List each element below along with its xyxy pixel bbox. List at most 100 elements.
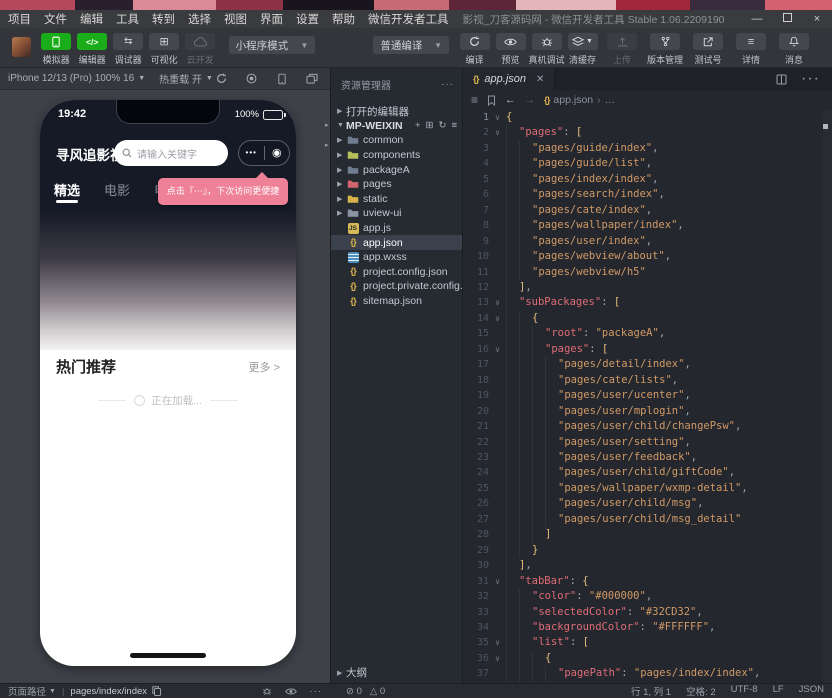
code-line-26[interactable]: 26 "pages/user/child/msg", [463,496,832,512]
status-item[interactable]: 行 1, 列 1 [631,684,671,698]
bookmark-icon[interactable] [487,95,496,106]
fold-chevron-icon[interactable]: ∨ [489,635,506,650]
code-line-25[interactable]: 25 "pages/wallpaper/wxmp-detail", [463,480,832,497]
file-row-project.private.config.js…[interactable]: {} project.private.config.js… [331,279,462,294]
file-row-pages[interactable]: ▶ pages [331,177,462,192]
close-button[interactable]: × [810,13,824,25]
code-line-23[interactable]: 23 "pages/user/feedback", [463,449,832,466]
code-line-15[interactable]: 15 "root": "packageA", [463,326,832,342]
code-line-32[interactable]: 32 "color": "#000000", [463,589,832,605]
more-actions-icon[interactable]: ··· [310,686,323,697]
code-line-12[interactable]: 12], [463,279,832,296]
panel-collapse-icon[interactable]: ▸ [325,142,329,149]
record-icon[interactable] [245,72,258,85]
file-row-packageA[interactable]: ▶ packageA [331,162,462,177]
menu-item-项目[interactable]: 项目 [8,11,31,27]
project-root-row[interactable]: ▼ MP-WEIXIN + ⊞ ↻ ≡ [331,119,462,134]
compile-mode-dropdown[interactable]: 普通编译 ▼ [373,36,449,54]
close-tab-icon[interactable]: ✕ [536,74,544,85]
code-editor[interactable]: 1 ∨{2 ∨ "pages": [3 "pages/guide/index", 4 "pa… [463,110,832,683]
minimize-button[interactable]: — [750,13,764,25]
project-button-详情[interactable]: ≡ 详情 [730,33,772,66]
file-row-app.json[interactable]: {} app.json [331,235,462,250]
code-line-3[interactable]: 3 "pages/guide/index", [463,140,832,157]
code-line-27[interactable]: 27 "pages/user/child/msg_detail" [463,511,832,528]
code-line-4[interactable]: 4 "pages/guide/list", [463,156,832,172]
more-actions-icon[interactable]: ··· [441,79,454,90]
fold-chevron-icon[interactable]: ∨ [489,574,506,589]
code-line-10[interactable]: 10 "pages/webview/about", [463,249,832,265]
page-path-dropdown[interactable]: 页面路径 [8,684,46,698]
code-line-36[interactable]: 36 ∨{ [463,650,832,667]
code-line-6[interactable]: 6 "pages/search/index", [463,187,832,203]
eye-icon[interactable] [284,687,297,696]
code-line-29[interactable]: 29} [463,542,832,559]
nav-back-icon[interactable]: ← [505,94,516,106]
code-line-16[interactable]: 16 ∨ "pages": [ [463,341,832,358]
mode-button-编辑器[interactable]: </> 编辑器 [75,33,110,66]
outline-toggle-icon[interactable]: ≡ [471,93,478,107]
code-line-28[interactable]: 28] [463,527,832,543]
code-line-7[interactable]: 7 "pages/cate/index", [463,202,832,219]
detach-window-icon[interactable] [305,72,318,85]
code-line-31[interactable]: 31 ∨ "tabBar": { [463,573,832,590]
mode-button-云开发[interactable]: 云开发 [183,33,218,66]
mode-button-可视化[interactable]: ⊞ 可视化 [147,33,182,66]
code-line-33[interactable]: 33 "selectedColor": "#32CD32", [463,604,832,620]
code-line-37[interactable]: 37 "pagePath": "pages/index/index", [463,666,832,682]
debug-icon[interactable] [262,686,272,696]
code-line-8[interactable]: 8 "pages/wallpaper/index", [463,218,832,234]
code-line-14[interactable]: 14 ∨{ [463,310,832,327]
fold-chevron-icon[interactable]: ∨ [489,295,506,310]
breadcrumb[interactable]: {} app.json › … [544,94,615,106]
code-line-22[interactable]: 22 "pages/user/setting", [463,434,832,450]
project-button-测试号[interactable]: 测试号 [687,33,729,66]
mode-button-调试器[interactable]: ⇆ 调试器 [111,33,146,66]
action-button-预览[interactable]: 预览 [493,33,528,66]
menu-item-微信开发者工具[interactable]: 微信开发者工具 [368,11,449,27]
code-line-17[interactable]: 17 "pages/detail/index", [463,357,832,373]
search-input[interactable]: 请输入关键字 [114,140,228,166]
menu-item-选择[interactable]: 选择 [188,11,211,27]
device-dropdown[interactable]: iPhone 12/13 (Pro) 100% 16 ▼ [8,73,145,84]
fold-chevron-icon[interactable]: ∨ [489,311,506,326]
tab-app-json[interactable]: {} app.json ✕ [463,68,556,90]
menu-item-文件[interactable]: 文件 [44,11,67,27]
code-line-1[interactable]: 1 ∨{ [463,110,832,125]
maximize-button[interactable] [780,13,794,25]
menu-item-设置[interactable]: 设置 [296,11,319,27]
tab-movies[interactable]: 电影 [104,180,130,199]
code-line-18[interactable]: 18 "pages/cate/lists", [463,372,832,389]
code-line-30[interactable]: 30], [463,558,832,574]
menu-item-帮助[interactable]: 帮助 [332,11,355,27]
refresh-icon[interactable]: ↻ [438,120,446,131]
outline-section[interactable]: ▶ 大纲 [331,665,462,680]
file-row-sitemap.json[interactable]: {} sitemap.json [331,294,462,309]
more-dots-button[interactable]: ••• [239,141,264,165]
status-item[interactable]: UTF-8 [731,684,758,698]
open-editors-section[interactable]: ▶ 打开的编辑器 [331,104,462,119]
file-row-common[interactable]: ▶ common [331,133,462,148]
code-line-19[interactable]: 19 "pages/user/ucenter", [463,388,832,404]
device-icon[interactable] [275,72,288,85]
more-link[interactable]: 更多 > [249,359,280,375]
action-button-编译[interactable]: 编译 [457,33,492,66]
project-button-消息[interactable]: 消息 [773,33,815,66]
menu-item-界面[interactable]: 界面 [260,11,283,27]
editor-scrollbar[interactable] [823,110,832,683]
fold-chevron-icon[interactable]: ∨ [489,651,506,666]
menu-item-编辑[interactable]: 编辑 [80,11,103,27]
code-line-34[interactable]: 34 "backgroundColor": "#FFFFFF", [463,619,832,636]
nav-forward-icon[interactable]: → [525,94,536,106]
status-item[interactable]: LF [773,684,784,698]
code-line-13[interactable]: 13 ∨ "subPackages": [ [463,295,832,311]
fold-chevron-icon[interactable]: ∨ [489,125,506,140]
miniprogram-mode-dropdown[interactable]: 小程序模式 ▼ [228,36,316,54]
restart-icon[interactable] [215,72,228,85]
code-line-21[interactable]: 21 "pages/user/child/changePsw", [463,419,832,435]
menu-item-工具[interactable]: 工具 [116,11,139,27]
file-row-static[interactable]: ▶ static [331,192,462,207]
file-row-app.js[interactable]: JS app.js [331,221,462,236]
code-line-2[interactable]: 2 ∨ "pages": [ [463,125,832,141]
avatar[interactable] [12,37,31,57]
